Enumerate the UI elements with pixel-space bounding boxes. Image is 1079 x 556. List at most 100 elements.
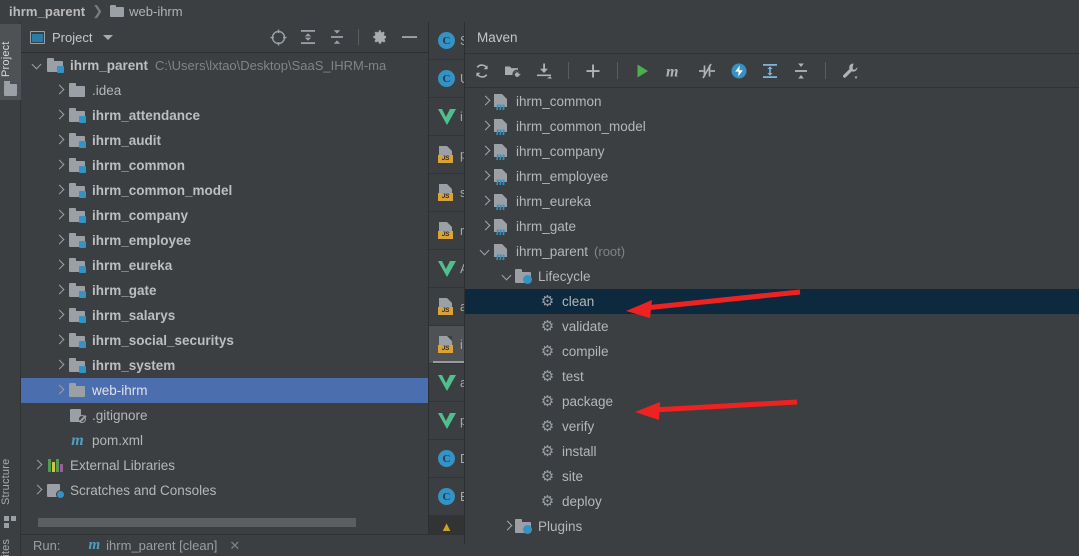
run-tool-window-header[interactable]: Run: m ihrm_parent [clean] ✕ [21, 534, 464, 556]
sidebar-item-favorites[interactable]: orites [0, 528, 21, 556]
breadcrumb-root[interactable]: ihrm_parent [9, 4, 85, 19]
chevron-down-icon[interactable] [501, 264, 515, 289]
tree-item-ihrm-gate[interactable]: ihrm_gate [21, 278, 428, 303]
chevron-right-icon[interactable] [501, 514, 515, 539]
chevron-down-icon[interactable] [479, 239, 493, 264]
execute-maven-goal-icon[interactable]: m [664, 62, 684, 80]
tree-item-ihrm-system[interactable]: ihrm_system [21, 353, 428, 378]
sidebar-item-structure[interactable]: Structure [0, 446, 21, 518]
chevron-right-icon[interactable] [53, 253, 66, 278]
chevron-right-icon[interactable] [53, 103, 66, 128]
tree-item-external-libraries[interactable]: External Libraries [21, 453, 428, 478]
editor-tab[interactable]: JSs [429, 174, 466, 212]
editor-tab[interactable]: JSp [429, 136, 467, 174]
chevron-right-icon[interactable] [53, 378, 66, 403]
chevron-right-icon[interactable] [53, 328, 66, 353]
add-maven-project-icon[interactable] [584, 62, 602, 80]
hide-icon[interactable] [401, 29, 418, 45]
tree-item-web-ihrm[interactable]: web-ihrm [21, 378, 428, 403]
maven-goal-verify[interactable]: ⚙ verify [465, 414, 1079, 439]
chevron-right-icon[interactable] [479, 114, 493, 139]
chevron-right-icon[interactable] [53, 228, 66, 253]
project-tree[interactable]: ihrm_parent C:\Users\lxtao\Desktop\SaaS_… [21, 53, 428, 534]
chevron-right-icon[interactable] [479, 164, 493, 189]
horizontal-scrollbar[interactable] [38, 518, 428, 527]
collapse-all-icon[interactable] [329, 29, 345, 45]
chevron-right-icon[interactable] [31, 478, 44, 503]
run-icon[interactable] [633, 62, 651, 80]
maven-goal-test[interactable]: ⚙ test [465, 364, 1079, 389]
run-configuration-name[interactable]: ihrm_parent [clean] [106, 538, 217, 553]
chevron-right-icon[interactable] [479, 189, 493, 214]
maven-item-ihrm-eureka[interactable]: m ihrm_eureka [465, 189, 1079, 214]
chevron-right-icon[interactable] [31, 453, 44, 478]
tree-item-ihrm-employee[interactable]: ihrm_employee [21, 228, 428, 253]
tree-item-gitignore[interactable]: .gitignore [21, 403, 428, 428]
tree-item-ihrm-salarys[interactable]: ihrm_salarys [21, 303, 428, 328]
tree-item-idea[interactable]: .idea [21, 78, 428, 103]
chevron-right-icon[interactable] [53, 153, 66, 178]
maven-goal-validate[interactable]: ⚙ validate [465, 314, 1079, 339]
chevron-right-icon[interactable] [53, 278, 66, 303]
chevron-right-icon[interactable] [479, 139, 493, 164]
expand-all-icon[interactable] [300, 29, 316, 45]
maven-tree[interactable]: m ihrm_common m ihrm_common_model m ihrm… [465, 89, 1079, 556]
editor-tab[interactable]: CU [429, 60, 469, 98]
toggle-offline-icon[interactable] [730, 62, 748, 80]
editor-tab[interactable]: JSa [429, 288, 467, 326]
maven-goal-clean[interactable]: ⚙ clean [465, 289, 1079, 314]
tree-item-ihrm-attendance[interactable]: ihrm_attendance [21, 103, 428, 128]
maven-goal-deploy[interactable]: ⚙ deploy [465, 489, 1079, 514]
maven-item-plugins[interactable]: Plugins [465, 514, 1079, 539]
maven-item-ihrm-common[interactable]: m ihrm_common [465, 89, 1079, 114]
reimport-icon[interactable] [473, 62, 491, 80]
chevron-right-icon[interactable] [53, 203, 66, 228]
close-icon[interactable]: ✕ [229, 538, 240, 554]
editor-tab[interactable]: i [429, 98, 464, 136]
tree-item-ihrm-common[interactable]: ihrm_common [21, 153, 428, 178]
generate-sources-icon[interactable] [504, 62, 522, 80]
editor-tab[interactable]: a [429, 364, 467, 402]
chevron-right-icon[interactable] [53, 128, 66, 153]
tree-item-ihrm-company[interactable]: ihrm_company [21, 203, 428, 228]
editor-tab[interactable]: JS r [429, 212, 464, 250]
chevron-right-icon[interactable] [479, 89, 493, 114]
chevron-down-icon[interactable] [103, 34, 114, 40]
chevron-down-icon[interactable] [31, 53, 44, 78]
download-sources-icon[interactable] [535, 62, 553, 80]
tree-item-ihrm-social-securitys[interactable]: ihrm_social_securitys [21, 328, 428, 353]
maven-item-ihrm-gate[interactable]: m ihrm_gate [465, 214, 1079, 239]
expand-all-icon[interactable] [761, 62, 779, 80]
toggle-skip-tests-icon[interactable] [697, 62, 717, 80]
gear-icon[interactable] [372, 29, 388, 45]
editor-tab[interactable]: CS [429, 22, 468, 60]
maven-item-ihrm-employee[interactable]: m ihrm_employee [465, 164, 1079, 189]
chevron-right-icon[interactable] [479, 214, 493, 239]
maven-item-ihrm-common-model[interactable]: m ihrm_common_model [465, 114, 1079, 139]
maven-goal-package[interactable]: ⚙ package [465, 389, 1079, 414]
tree-item-ihrm-parent[interactable]: ihrm_parent C:\Users\lxtao\Desktop\SaaS_… [21, 53, 428, 78]
scrollbar-thumb[interactable] [38, 518, 356, 527]
chevron-right-icon[interactable] [53, 303, 66, 328]
maven-goal-site[interactable]: ⚙ site [465, 464, 1079, 489]
editor-tab[interactable]: CE [429, 478, 468, 516]
editor-tab-active[interactable]: JS i [429, 326, 464, 364]
chevron-right-icon[interactable] [53, 353, 66, 378]
maven-goal-compile[interactable]: ⚙ compile [465, 339, 1079, 364]
editor-tab-strip[interactable]: CS CU i JSp JSs JSr A JSa JSi a p CD CE … [428, 22, 469, 556]
settings-wrench-icon[interactable] [841, 62, 859, 80]
chevron-right-icon[interactable] [53, 178, 66, 203]
editor-tab[interactable]: CD [429, 440, 469, 478]
editor-tab[interactable]: A [429, 250, 468, 288]
maven-item-ihrm-company[interactable]: m ihrm_company [465, 139, 1079, 164]
scroll-from-source-icon[interactable] [270, 29, 287, 46]
editor-tab[interactable]: p [429, 402, 467, 440]
collapse-all-icon[interactable] [792, 62, 810, 80]
maven-goal-install[interactable]: ⚙ install [465, 439, 1079, 464]
tree-item-pom-xml[interactable]: m pom.xml [21, 428, 428, 453]
maven-item-ihrm-parent-root[interactable]: m ihrm_parent (root) [465, 239, 1079, 264]
maven-item-lifecycle[interactable]: Lifecycle [465, 264, 1079, 289]
tree-item-scratches-and-consoles[interactable]: Scratches and Consoles [21, 478, 428, 503]
chevron-right-icon[interactable] [53, 78, 66, 103]
tree-item-ihrm-common-model[interactable]: ihrm_common_model [21, 178, 428, 203]
